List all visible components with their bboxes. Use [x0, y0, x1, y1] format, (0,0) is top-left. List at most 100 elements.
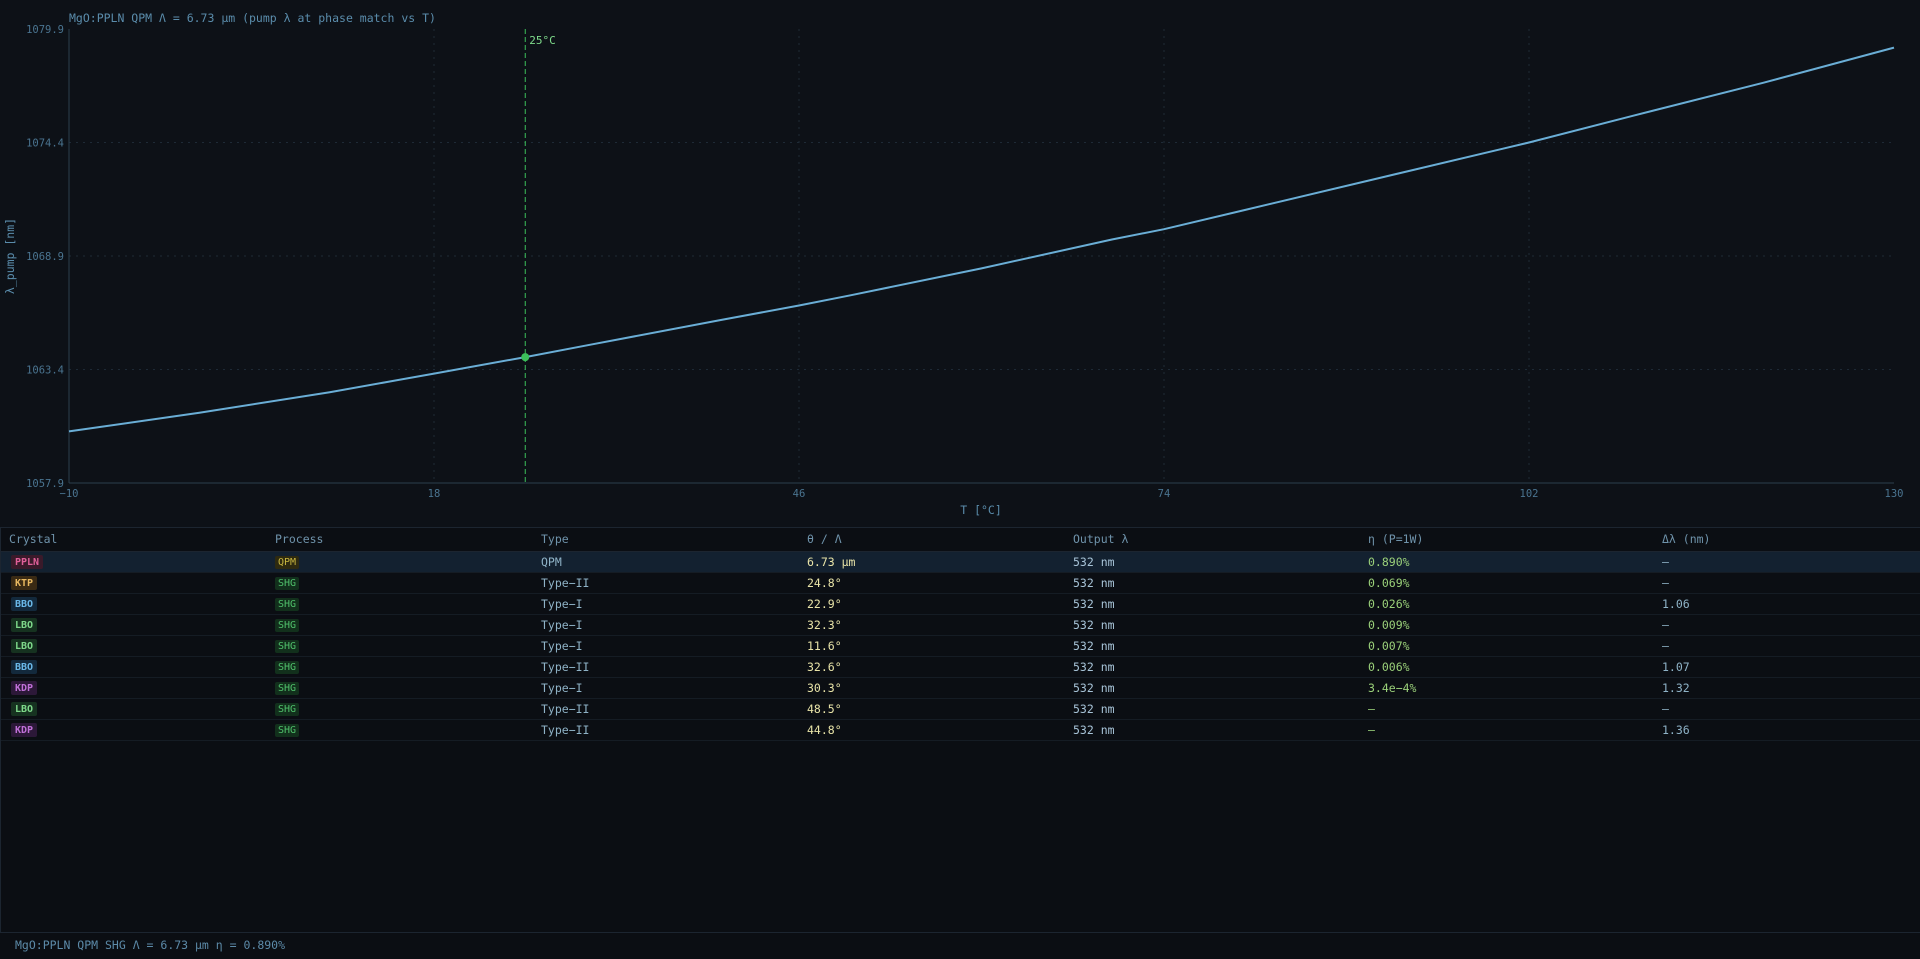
cell-output: 532 nm: [1073, 659, 1115, 674]
cell-output: 532 nm: [1073, 596, 1115, 611]
cell-type: Type−II: [541, 722, 590, 737]
table-row[interactable]: BBO SHG Type−II 32.6° 532 nm 0.006% 1.07: [1, 656, 1920, 677]
cell-crystal: LBO: [1, 614, 267, 635]
cell-output: 532 nm: [1073, 617, 1115, 632]
cell-type: Type−I: [541, 680, 583, 695]
cell-process: SHG: [267, 677, 533, 698]
cell-bandwidth: 1.32: [1662, 680, 1690, 695]
cell-efficiency: 0.006%: [1368, 659, 1410, 674]
phase-match-point: [521, 353, 530, 362]
cell-crystal: LBO: [1, 698, 267, 719]
cell-crystal: BBO: [1, 656, 267, 677]
series-line-pump-wavelength: [68, 46, 1895, 433]
table-row[interactable]: KDP SHG Type−I 30.3° 532 nm 3.4e−4% 1.32: [1, 677, 1920, 698]
cell-efficiency: 0.007%: [1368, 638, 1410, 653]
cell-type: Type−II: [541, 575, 590, 590]
cell-efficiency: 0.069%: [1368, 575, 1410, 590]
temperature-marker-label: 25°C: [529, 34, 556, 47]
cell-angle: 30.3°: [807, 680, 842, 695]
cell-process: SHG: [267, 719, 533, 740]
crystal-table-panel: Crystal Process Type θ / Λ Output λ η (P…: [0, 527, 1920, 933]
cell-angle: 32.6°: [807, 659, 842, 674]
cell-type: Type−II: [541, 659, 590, 674]
cell-crystal: KTP: [1, 572, 267, 593]
crystal-table: Crystal Process Type θ / Λ Output λ η (P…: [1, 528, 1920, 741]
cell-bandwidth: —: [1662, 638, 1669, 653]
process-badge: SHG: [275, 724, 300, 737]
cell-type: Type−I: [541, 638, 583, 653]
cell-efficiency: 0.009%: [1368, 617, 1410, 632]
y-tick-label: 1068.9: [26, 251, 64, 263]
cell-type: QPM: [541, 554, 562, 569]
cell-process: SHG: [267, 698, 533, 719]
cell-efficiency: 0.026%: [1368, 596, 1410, 611]
table-header-row: Crystal Process Type θ / Λ Output λ η (P…: [1, 528, 1920, 552]
crystal-badge: LBO: [11, 639, 38, 653]
header-crystal[interactable]: Crystal: [1, 528, 267, 552]
process-badge: SHG: [275, 703, 300, 716]
process-badge: SHG: [275, 640, 300, 653]
table-row[interactable]: BBO SHG Type−I 22.9° 532 nm 0.026% 1.06: [1, 593, 1920, 614]
cell-angle: 48.5°: [807, 701, 842, 716]
cell-angle: 11.6°: [807, 638, 842, 653]
header-process[interactable]: Process: [267, 528, 533, 552]
cell-output: 532 nm: [1073, 680, 1115, 695]
header-type[interactable]: Type: [533, 528, 799, 552]
cell-type: Type−I: [541, 617, 583, 632]
table-row[interactable]: LBO SHG Type−II 48.5° 532 nm — —: [1, 698, 1920, 719]
table-row[interactable]: KTP SHG Type−II 24.8° 532 nm 0.069% —: [1, 572, 1920, 593]
cell-bandwidth: —: [1662, 617, 1669, 632]
header-bandwidth[interactable]: Δλ (nm): [1654, 528, 1920, 552]
table-body: PPLN QPM QPM 6.73 µm 532 nm 0.890% — KTP SHG Type…: [1, 551, 1920, 740]
cell-bandwidth: 1.36: [1662, 722, 1690, 737]
cell-angle: 44.8°: [807, 722, 842, 737]
y-tick-label: 1079.9: [26, 24, 64, 36]
cell-output: 532 nm: [1073, 701, 1115, 716]
cell-crystal: BBO: [1, 593, 267, 614]
y-tick-label: 1057.9: [26, 478, 64, 490]
cell-process: SHG: [267, 593, 533, 614]
cell-angle: 6.73 µm: [807, 554, 856, 569]
cell-output: 532 nm: [1073, 575, 1115, 590]
cell-process: SHG: [267, 635, 533, 656]
x-tick-label: 102: [1520, 488, 1539, 500]
y-tick-label: 1063.4: [26, 365, 64, 377]
cell-efficiency: —: [1368, 722, 1375, 737]
cell-crystal: KDP: [1, 719, 267, 740]
cell-angle: 32.3°: [807, 617, 842, 632]
cell-output: 532 nm: [1073, 722, 1115, 737]
status-text: MgO:PPLN QPM SHG Λ = 6.73 µm η = 0.890%: [15, 938, 286, 952]
x-tick-label: 46: [793, 488, 806, 500]
table-row[interactable]: KDP SHG Type−II 44.8° 532 nm — 1.36: [1, 719, 1920, 740]
chart-panel: −10 18 46 74 102 130 1057.9 1063.4 1068.9 1074.4 1…: [0, 0, 1920, 527]
crystal-badge: KTP: [11, 576, 38, 590]
x-tick-label: 130: [1885, 488, 1904, 500]
header-efficiency[interactable]: η (P=1W): [1360, 528, 1654, 552]
cell-angle: 22.9°: [807, 596, 842, 611]
cell-type: Type−I: [541, 596, 583, 611]
y-tick-label: 1074.4: [26, 138, 64, 150]
crystal-badge: LBO: [11, 702, 38, 716]
table-row[interactable]: PPLN QPM QPM 6.73 µm 532 nm 0.890% —: [1, 551, 1920, 572]
crystal-badge: KDP: [11, 681, 38, 695]
cell-bandwidth: —: [1662, 701, 1669, 716]
crystal-badge: BBO: [11, 660, 38, 674]
cell-output: 532 nm: [1073, 638, 1115, 653]
cell-bandwidth: 1.06: [1662, 596, 1690, 611]
header-output[interactable]: Output λ: [1065, 528, 1360, 552]
cell-process: SHG: [267, 572, 533, 593]
cell-angle: 24.8°: [807, 575, 842, 590]
cell-bandwidth: —: [1662, 575, 1669, 590]
crystal-badge: PPLN: [11, 555, 44, 569]
table-row[interactable]: LBO SHG Type−I 32.3° 532 nm 0.009% —: [1, 614, 1920, 635]
cell-type: Type−II: [541, 701, 590, 716]
cell-output: 532 nm: [1073, 554, 1115, 569]
crystal-badge: LBO: [11, 618, 38, 632]
cell-crystal: LBO: [1, 635, 267, 656]
header-angle[interactable]: θ / Λ: [799, 528, 1065, 552]
x-axis-label: T [°C]: [960, 503, 1002, 517]
cell-process: QPM: [267, 551, 533, 572]
crystal-badge: BBO: [11, 597, 38, 611]
table-row[interactable]: LBO SHG Type−I 11.6° 532 nm 0.007% —: [1, 635, 1920, 656]
phase-match-chart: −10 18 46 74 102 1301057.91063.41068.91074.41…: [3, 11, 1904, 517]
